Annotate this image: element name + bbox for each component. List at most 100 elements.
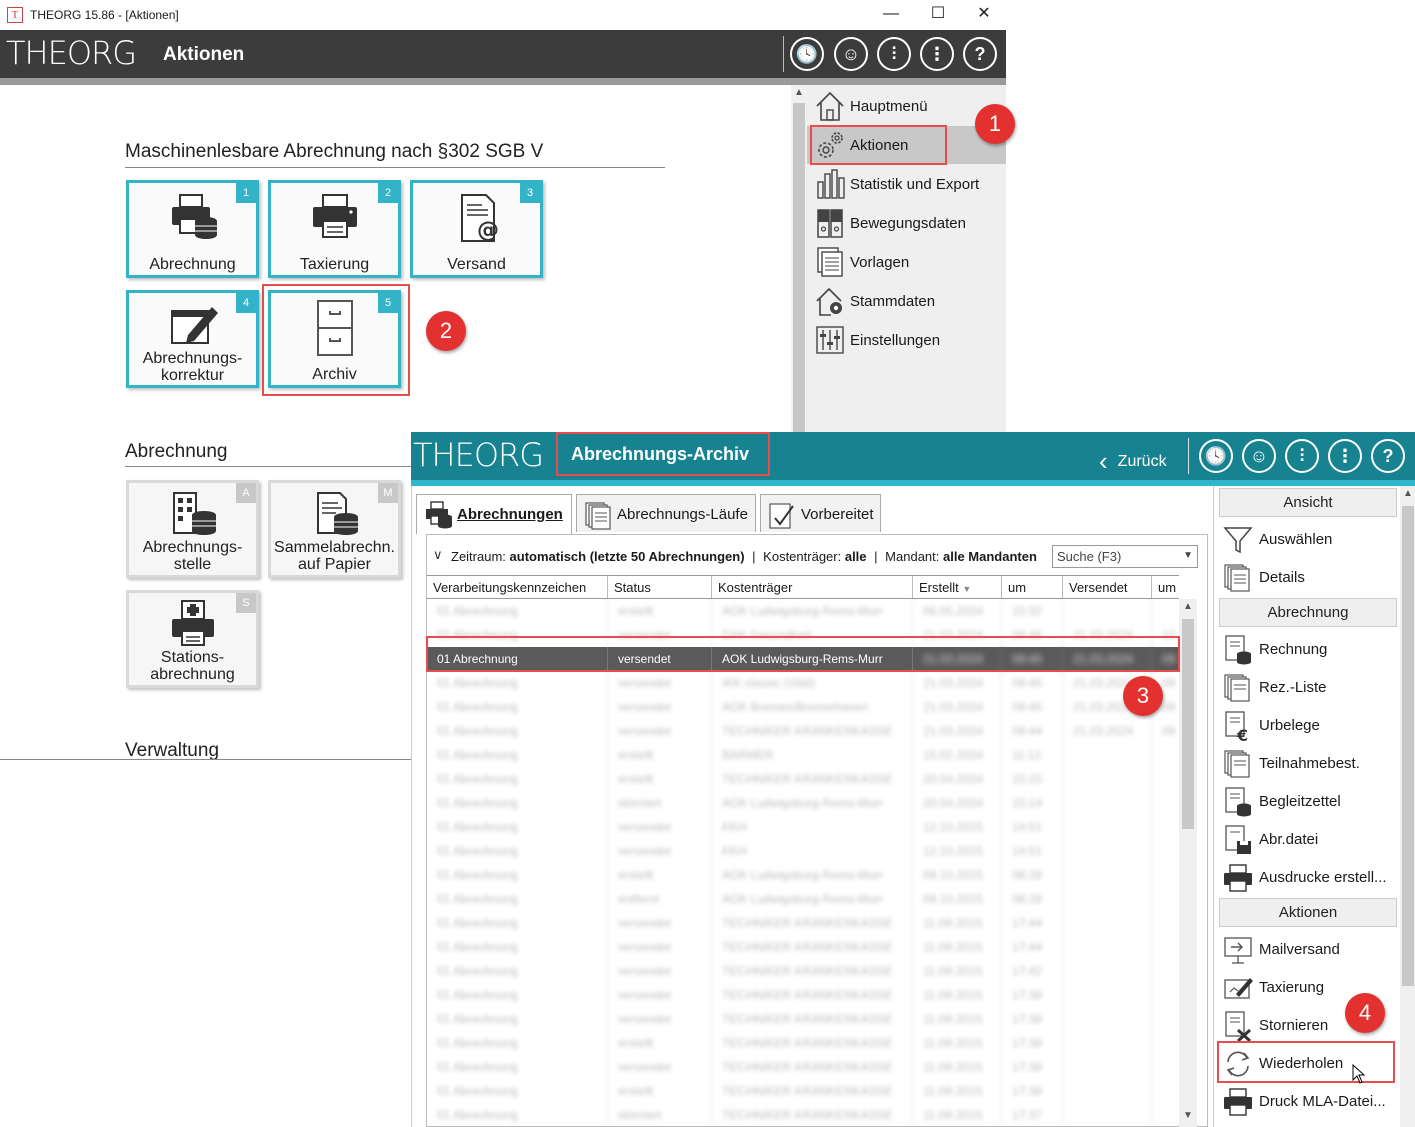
- header-underbar: [0, 78, 1006, 85]
- user-icon[interactable]: ☺: [834, 37, 868, 71]
- more-icon[interactable]: ⋮: [1328, 439, 1362, 473]
- dropdown-arrow-icon[interactable]: ▼: [1183, 550, 1193, 561]
- search-input[interactable]: Suche (F3) ▼: [1052, 545, 1198, 568]
- tab-abrechnungs-laeufe[interactable]: Abrechnungs-Läufe: [576, 494, 756, 532]
- tile-abrechnungsstelle[interactable]: A Abrechnungs- stelle: [126, 480, 259, 578]
- action-teilnahmebest[interactable]: Teilnahmebest.: [1219, 746, 1397, 782]
- close-button[interactable]: ✕: [970, 3, 998, 25]
- table-row[interactable]: 01 Abrechnung versendet AOK Bremen/Bremerh…: [427, 695, 1179, 719]
- action-mailversand[interactable]: Mailversand: [1219, 932, 1397, 968]
- tile-stationsabrechnung[interactable]: S Stations- abrechnung: [126, 590, 259, 688]
- table-row[interactable]: 01 Abrechnung storniert TECHNIKER KRANKENK…: [427, 1103, 1179, 1127]
- minimize-button[interactable]: —: [877, 3, 905, 25]
- table-row[interactable]: 01 Abrechnung versendet TECHNIKER KRANKENK…: [427, 983, 1179, 1007]
- table-cell: 01 Abrechnung: [427, 911, 608, 935]
- table-row[interactable]: 01 Abrechnung entfernt AOK Ludwigsburg-Rem…: [427, 887, 1179, 911]
- action-rechnung[interactable]: Rechnung: [1219, 632, 1397, 668]
- table-cell: [1063, 863, 1152, 887]
- nav-item-vorlagen[interactable]: Vorlagen: [807, 243, 1006, 281]
- action-panel-scrollbar[interactable]: ▲: [1400, 486, 1415, 1127]
- user-icon[interactable]: ☺: [1242, 439, 1276, 473]
- nav-item-bewegungsdaten[interactable]: Bewegungsdaten: [807, 204, 1006, 242]
- action-auswaehlen[interactable]: Auswählen: [1219, 522, 1397, 558]
- column-header[interactable]: Status: [608, 576, 712, 598]
- chevron-down-icon[interactable]: ∨: [433, 547, 443, 563]
- table-row[interactable]: 01 Abrechnung versendet KKH 12.10.2015 14:51: [427, 815, 1179, 839]
- column-header[interactable]: Verarbeitungskennzeichen: [427, 576, 608, 598]
- scroll-thumb[interactable]: [793, 103, 805, 435]
- table-cell: 01 Abrechnung: [427, 815, 608, 839]
- nav-item-label: Statistik und Export: [850, 176, 980, 193]
- column-header[interactable]: Versendet: [1063, 576, 1152, 598]
- action-druck-mla-datei[interactable]: Druck MLA-Datei...: [1219, 1084, 1397, 1120]
- back-scrollbar[interactable]: ▲: [791, 85, 807, 435]
- table-row[interactable]: 01 Abrechnung erstellt TECHNIKER KRANKENKA…: [427, 1031, 1179, 1055]
- table-row[interactable]: 01 Abrechnung versendet TECHNIKER KRANKENK…: [427, 911, 1179, 935]
- tile-versand[interactable]: 3 @ Versand: [410, 180, 543, 278]
- scroll-thumb[interactable]: [1402, 506, 1414, 986]
- column-header-erstellt[interactable]: Erstellt ▼: [913, 576, 1002, 598]
- tile-taxierung[interactable]: 2 Taxierung: [268, 180, 401, 278]
- scroll-up-arrow[interactable]: ▲: [791, 87, 807, 98]
- scroll-down-arrow[interactable]: ▼: [1179, 1110, 1197, 1126]
- column-header[interactable]: um: [1152, 576, 1179, 598]
- back-button[interactable]: ‹ Zurück: [1099, 442, 1167, 476]
- tile-abrechnung[interactable]: 1 Abrechnung: [126, 180, 259, 278]
- table-cell: entfernt: [608, 887, 712, 911]
- nav-item-einstellungen[interactable]: Einstellungen: [807, 321, 1006, 359]
- scroll-up-arrow[interactable]: ▲: [1179, 601, 1197, 617]
- column-header[interactable]: Kostenträger: [712, 576, 913, 598]
- section-title-abrechnung: Abrechnung: [125, 441, 228, 462]
- tile-abrechnungskorrektur[interactable]: 4 Abrechnungs- korrektur: [126, 290, 259, 388]
- scroll-thumb[interactable]: [1182, 619, 1194, 829]
- help-icon[interactable]: ?: [963, 37, 997, 71]
- help-icon[interactable]: ?: [1371, 439, 1405, 473]
- column-header[interactable]: um: [1002, 576, 1063, 598]
- table-cell: [1063, 599, 1152, 623]
- table-cell: 21.03.2024: [913, 719, 1002, 743]
- table-row[interactable]: 01 Abrechnung versendet IKK classic (Vital…: [427, 671, 1179, 695]
- document-save-icon: [1225, 825, 1251, 854]
- archive-panel: ∨ Zeitraum: automatisch (letzte 50 Abrec…: [426, 534, 1208, 1127]
- table-row[interactable]: 01 Abrechnung erstellt AOK Ludwigsburg-Rem…: [427, 863, 1179, 887]
- table-row[interactable]: 01 Abrechnung erstellt BARMER 15.02.2024 11:…: [427, 743, 1179, 767]
- table-row[interactable]: 01 Abrechnung versendet TECHNIKER KRANKENK…: [427, 1007, 1179, 1031]
- history-icon[interactable]: 🕓: [1199, 439, 1233, 473]
- table-row[interactable]: 01 Abrechnung erstellt TECHNIKER KRANKENKA…: [427, 767, 1179, 791]
- table-scrollbar[interactable]: ▲ ▼: [1179, 599, 1197, 1127]
- table-row[interactable]: 01 Abrechnung erstellt AOK Ludwigsburg-Rem…: [427, 599, 1179, 623]
- history-icon[interactable]: 🕓: [790, 37, 824, 71]
- nav-item-stammdaten[interactable]: Stammdaten: [807, 282, 1006, 320]
- documents-icon: [817, 247, 843, 277]
- action-abr-datei[interactable]: Abr.datei: [1219, 822, 1397, 858]
- nav-item-statistik[interactable]: Statistik und Export: [807, 165, 1006, 203]
- table-cell: 21.03.2024: [913, 695, 1002, 719]
- tab-vorbereitet[interactable]: Vorbereitet: [760, 494, 881, 532]
- action-details[interactable]: Details: [1219, 560, 1397, 596]
- table-cell: [1152, 887, 1179, 911]
- table-cell: 01 Abrechnung: [427, 1031, 608, 1055]
- filter-summary[interactable]: Zeitraum: automatisch (letzte 50 Abrechn…: [451, 549, 1037, 564]
- table-row[interactable]: 01 Abrechnung erstellt TECHNIKER KRANKENKA…: [427, 1079, 1179, 1103]
- maximize-button[interactable]: ☐: [924, 3, 952, 25]
- table-cell: 01 Abrechnung: [427, 719, 608, 743]
- table-row[interactable]: 01 Abrechnung versendet TECHNIKER KRANKENK…: [427, 935, 1179, 959]
- tab-abrechnungen[interactable]: Abrechnungen: [416, 494, 572, 534]
- settings-sliders-icon[interactable]: ⫶: [1285, 439, 1319, 473]
- action-begleitzettel[interactable]: Begleitzettel: [1219, 784, 1397, 820]
- table-row[interactable]: 01 Abrechnung versendet TECHNIKER KRANKENK…: [427, 1055, 1179, 1079]
- action-rez-liste[interactable]: Rez.-Liste: [1219, 670, 1397, 706]
- table-cell: [1152, 815, 1179, 839]
- more-icon[interactable]: ⋮: [920, 37, 954, 71]
- action-ausdrucke-erstellen[interactable]: Ausdrucke erstell...: [1219, 860, 1397, 896]
- table-row[interactable]: 01 Abrechnung storniert AOK Ludwigsburg-Re…: [427, 791, 1179, 815]
- table-row[interactable]: 01 Abrechnung versendet TECHNIKER KRANKENK…: [427, 959, 1179, 983]
- table-row[interactable]: 01 Abrechnung versendet TECHNIKER KRANKENK…: [427, 719, 1179, 743]
- table-cell: 11.09.2015: [913, 935, 1002, 959]
- action-urbelege[interactable]: € Urbelege: [1219, 708, 1397, 744]
- tile-badge: A: [236, 483, 256, 503]
- table-row[interactable]: 01 Abrechnung versendet KKH 12.10.2015 14:51: [427, 839, 1179, 863]
- settings-sliders-icon[interactable]: ⫶: [877, 37, 911, 71]
- scroll-up-arrow[interactable]: ▲: [1400, 488, 1415, 499]
- tile-sammelabrechnung[interactable]: M Sammelabrechn. auf Papier: [268, 480, 401, 578]
